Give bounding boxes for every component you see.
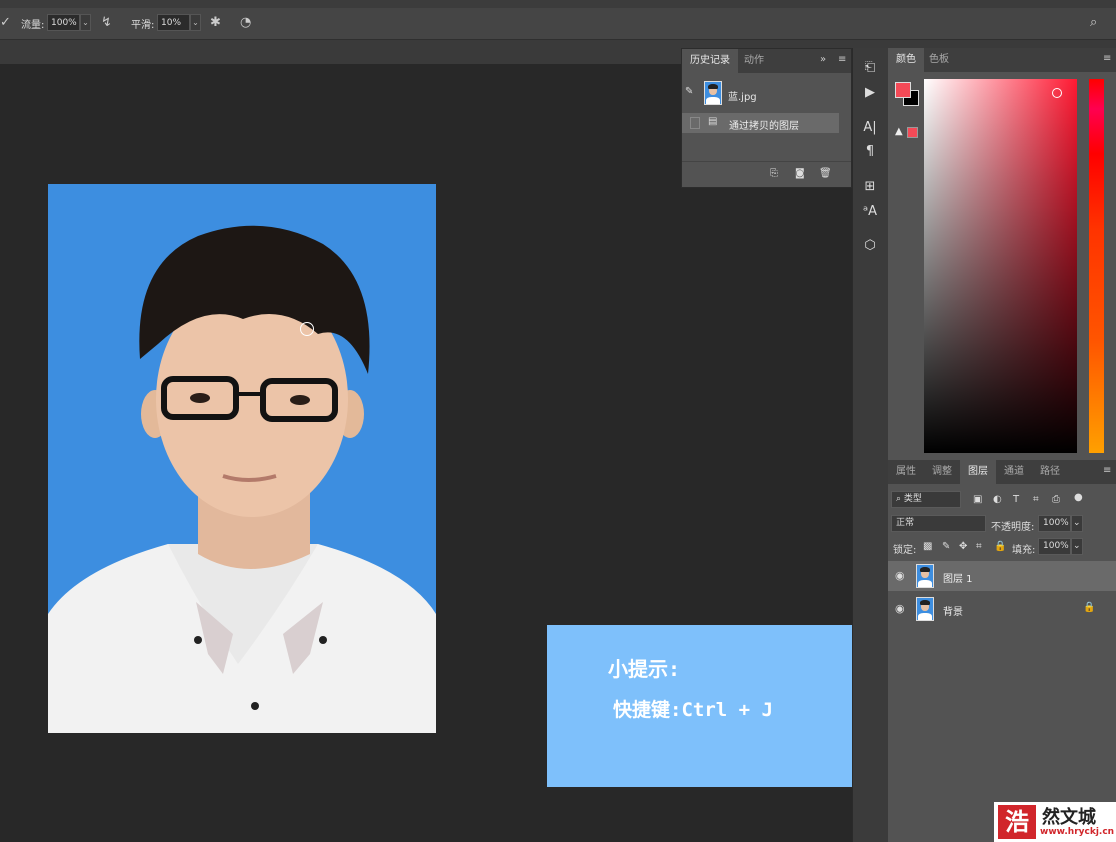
snapshot-thumbnail <box>704 81 722 105</box>
lock-all-icon[interactable]: 🔒 <box>994 541 1006 553</box>
history-panel-icon[interactable]: ⎗ <box>859 57 881 79</box>
visibility-eye-icon[interactable]: ◉ <box>895 569 905 582</box>
foreground-color-swatch[interactable] <box>895 82 911 98</box>
brush-cursor <box>300 322 314 336</box>
filter-type-icon[interactable]: T <box>1013 494 1019 506</box>
lock-move-icon[interactable]: ✥ <box>959 541 967 553</box>
tab-actions[interactable]: 动作 <box>736 49 772 73</box>
tab-adjustments[interactable]: 调整 <box>924 460 960 484</box>
gear-icon[interactable]: ✱ <box>210 15 221 31</box>
layer-name: 图层 1 <box>943 574 973 585</box>
portrait-photo[interactable] <box>48 184 436 733</box>
actions-play-icon[interactable]: ▶ <box>859 82 881 104</box>
smooth-label: 平滑: <box>131 20 155 31</box>
watermark-url: www.hryckj.cn <box>1040 827 1115 837</box>
layer-filter-row: ⌕ 类型 ▣ ◐ T ⌗ ⎙ ● <box>888 490 1116 510</box>
tab-properties[interactable]: 属性 <box>888 460 924 484</box>
panel-menu-icon[interactable]: ≡ <box>838 54 846 65</box>
tab-channels[interactable]: 通道 <box>996 460 1032 484</box>
opacity-dropdown[interactable]: ⌄ <box>1071 515 1083 532</box>
pressure-icon[interactable]: ◔ <box>240 15 251 31</box>
blend-mode-select[interactable]: 正常 <box>891 515 986 532</box>
paragraph-icon[interactable]: ¶ <box>859 141 881 163</box>
step-checkbox[interactable] <box>690 117 700 129</box>
flow-label: 流量: <box>21 20 45 31</box>
history-brush-icon: ✎ <box>685 86 694 97</box>
fill-dropdown[interactable]: ⌄ <box>1071 538 1083 555</box>
color-tab-bar: 颜色 色板 ≡ <box>888 48 1116 72</box>
filter-adjust-icon[interactable]: ◐ <box>993 494 1002 506</box>
color-menu-icon[interactable]: ≡ <box>1103 53 1111 64</box>
opacity-label: 不透明度: <box>991 522 1035 533</box>
layer-lock-icon: 🔒 <box>1083 602 1096 613</box>
history-panel: 历史记录 动作 » ≡ ✎ 蓝.jpg ▤ 通过拷贝的图层 ⎘ ◙ 🗑 <box>681 48 852 188</box>
layers-tab-bar: 属性 调整 图层 通道 路径 ≡ <box>888 460 1116 484</box>
lock-row: 锁定: ▩ ✎ ✥ ⌗ 🔒 填充: 100% ⌄ <box>888 537 1116 557</box>
lock-label: 锁定: <box>893 545 917 556</box>
smooth-input[interactable]: 10% <box>157 14 190 31</box>
color-picker-field[interactable] <box>924 79 1077 453</box>
visibility-eye-icon[interactable]: ◉ <box>895 602 905 615</box>
history-snapshot[interactable]: ✎ 蓝.jpg <box>682 75 851 109</box>
lock-transparent-icon[interactable]: ▩ <box>923 541 932 553</box>
3d-cube-icon[interactable]: ⬡ <box>859 235 881 257</box>
tip-shortcut: 快捷键:Ctrl + J <box>613 699 773 721</box>
color-picker-handle[interactable] <box>1052 88 1062 98</box>
trash-icon[interactable]: 🗑 <box>819 168 832 179</box>
filter-kind-select[interactable]: ⌕ 类型 <box>891 491 961 508</box>
gamut-swatch[interactable] <box>907 127 918 138</box>
lock-brush-icon[interactable]: ✎ <box>942 541 950 553</box>
portrait-illustration <box>48 225 436 733</box>
history-tab-bar: 历史记录 动作 » ≡ <box>682 49 851 73</box>
paragraph-style-icon[interactable]: ⊞ <box>859 176 881 198</box>
layer-row[interactable]: ◉ 背景 🔒 <box>888 594 1116 624</box>
tab-swatches[interactable]: 色板 <box>921 48 957 72</box>
watermark-text: 然文城 <box>1042 807 1096 828</box>
flow-dropdown[interactable]: ⌄ <box>80 14 91 31</box>
brush-tool-icon[interactable]: ✓ <box>0 15 11 31</box>
tab-layers[interactable]: 图层 <box>960 460 996 484</box>
flow-input[interactable]: 100% <box>47 14 80 31</box>
tab-paths[interactable]: 路径 <box>1032 460 1068 484</box>
layer-thumbnail <box>916 597 934 621</box>
fill-input[interactable]: 100% <box>1038 538 1071 555</box>
hue-slider[interactable] <box>1089 79 1104 453</box>
tip-title: 小提示: <box>608 657 681 681</box>
tab-history[interactable]: 历史记录 <box>682 49 738 73</box>
character-icon[interactable]: A| <box>859 117 881 139</box>
layer-row-selected[interactable]: ◉ 图层 1 <box>888 561 1116 591</box>
layer-step-icon: ▤ <box>708 116 718 127</box>
snapshot-name: 蓝.jpg <box>728 92 757 103</box>
tab-color[interactable]: 颜色 <box>888 48 924 72</box>
filter-shape-icon[interactable]: ⌗ <box>1033 494 1039 506</box>
filter-smart-icon[interactable]: ⎙ <box>1052 494 1060 506</box>
filter-toggle-icon[interactable]: ● <box>1074 492 1083 504</box>
fill-label: 填充: <box>1012 545 1036 556</box>
airbrush-icon[interactable]: ↯ <box>101 15 112 31</box>
watermark-logo: 浩 <box>998 805 1036 839</box>
options-bar: ✓ 流量: 100% ⌄ ↯ 平滑: 10% ⌄ ✱ ◔ ⌕ <box>0 8 1116 40</box>
layer-thumbnail <box>916 564 934 588</box>
history-footer: ⎘ ◙ 🗑 <box>682 161 851 188</box>
history-step[interactable]: ▤ 通过拷贝的图层 <box>682 113 839 133</box>
character-style-icon[interactable]: ᵃA <box>859 201 881 223</box>
opacity-input[interactable]: 100% <box>1038 515 1071 532</box>
layer-name: 背景 <box>943 607 963 618</box>
new-document-icon[interactable]: ⎘ <box>770 168 778 179</box>
smooth-dropdown[interactable]: ⌄ <box>190 14 201 31</box>
filter-pixel-icon[interactable]: ▣ <box>973 494 982 506</box>
step-label: 通过拷贝的图层 <box>729 121 799 132</box>
search-icon[interactable]: ⌕ <box>1090 15 1097 31</box>
gamut-warning-icon[interactable]: ▲ <box>895 126 903 137</box>
panel-icon-strip: ⎗ ▶ A| ¶ ⊞ ᵃA ⬡ <box>852 48 888 842</box>
filter-kind-value: 类型 <box>903 494 922 504</box>
blend-row: 正常 不透明度: 100% ⌄ <box>888 514 1116 534</box>
layers-menu-icon[interactable]: ≡ <box>1103 465 1111 476</box>
expand-icon[interactable]: » <box>820 54 826 65</box>
camera-icon[interactable]: ◙ <box>795 168 805 179</box>
lock-artboard-icon[interactable]: ⌗ <box>976 541 982 553</box>
title-bar <box>0 0 1116 8</box>
